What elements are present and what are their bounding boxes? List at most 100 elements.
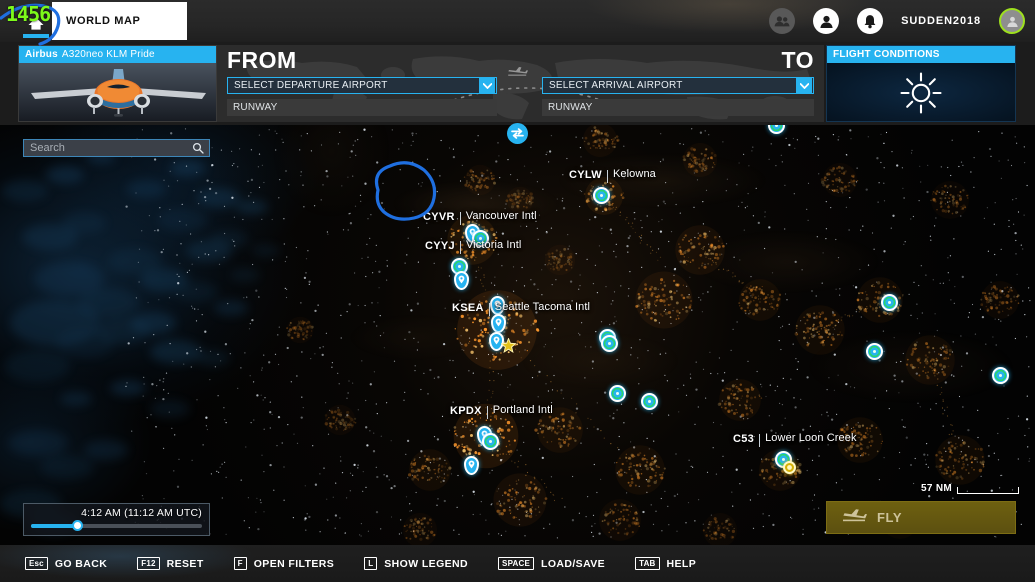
- airport-marker[interactable]: [481, 432, 499, 450]
- label-divider: [486, 406, 488, 419]
- tab-world-map-label: WORLD MAP: [66, 15, 141, 27]
- time-of-day-panel[interactable]: 4:12 AM (11:12 AM UTC): [23, 503, 210, 536]
- airport-marker[interactable]: [490, 313, 506, 333]
- label-divider: [759, 434, 761, 447]
- bottom-keybind-bar: Esc GO BACK F12 RESET F OPEN FILTERS L SHOW LEG…: [0, 545, 1035, 582]
- poi-gold-star[interactable]: [500, 337, 516, 353]
- chevron-down-icon[interactable]: [479, 78, 495, 93]
- departure-runway-field[interactable]: RUNWAY: [227, 99, 497, 116]
- tab-world-map[interactable]: WORLD MAP: [52, 2, 187, 40]
- label-divider: [459, 212, 461, 225]
- username-label: SUDDEN2018: [901, 15, 981, 27]
- to-label: TO: [781, 47, 814, 73]
- fly-button[interactable]: FLY: [826, 501, 1016, 534]
- keybind-hint[interactable]: Esc GO BACK: [25, 557, 107, 570]
- scale-distance: 57 NM: [921, 483, 952, 494]
- route-panel: FROM TO SELECT DEPARTURE AIRPORT RUNWAY …: [217, 45, 824, 122]
- keybind-action: LOAD/SAVE: [541, 557, 606, 570]
- sun-icon: [900, 71, 942, 114]
- airport-label[interactable]: CYVR Vancouver Intl: [423, 210, 537, 225]
- friends-icon[interactable]: [769, 8, 796, 34]
- label-divider: [459, 241, 461, 254]
- airport-label[interactable]: C53 Lower Loon Creek: [733, 432, 857, 447]
- airport-name: Seattle Tacoma Intl: [494, 301, 591, 313]
- scale-ruler: [957, 487, 1019, 494]
- airport-label[interactable]: KPDX Portland Intl: [450, 404, 553, 419]
- label-divider: [606, 170, 608, 183]
- keycap: Esc: [25, 557, 48, 570]
- flight-conditions-card[interactable]: FLIGHT CONDITIONS: [826, 45, 1016, 122]
- keybind-action: OPEN FILTERS: [253, 557, 335, 570]
- airport-name: Victoria Intl: [465, 239, 522, 251]
- keybind-hint[interactable]: L SHOW LEGEND: [364, 557, 468, 570]
- notifications-icon[interactable]: [857, 8, 884, 34]
- profile-icon[interactable]: [813, 8, 840, 34]
- topnav-right-cluster: SUDDEN2018: [769, 0, 1025, 42]
- airport-label[interactable]: KSEA Seattle Tacoma Intl: [452, 301, 591, 316]
- airport-marker[interactable]: [453, 270, 469, 290]
- keybind-action: GO BACK: [54, 557, 108, 570]
- world-map-screen: CYLW Kelowna CYVR Vancouver Intl CYYJ Victori…: [0, 0, 1035, 582]
- arrival-airport-select[interactable]: SELECT ARRIVAL AIRPORT: [542, 77, 814, 94]
- chevron-down-icon[interactable]: [796, 78, 812, 93]
- airport-icao: KSEA: [452, 302, 484, 314]
- airport-marker[interactable]: [865, 342, 883, 360]
- arrival-runway-field[interactable]: RUNWAY: [542, 99, 814, 116]
- airport-icao: KPDX: [450, 405, 482, 417]
- time-slider-fill: [31, 524, 78, 528]
- airport-marker[interactable]: [600, 334, 618, 352]
- swap-arrows-icon: [511, 128, 524, 139]
- keybind-hint[interactable]: TAB HELP: [635, 557, 696, 570]
- label-divider: [488, 303, 490, 316]
- airport-marker[interactable]: [880, 293, 898, 311]
- avatar[interactable]: [999, 8, 1025, 34]
- search-icon[interactable]: [192, 142, 209, 154]
- airport-icao: CYVR: [423, 211, 455, 223]
- search-input[interactable]: Search: [23, 139, 210, 157]
- airport-marker[interactable]: [463, 455, 479, 475]
- airport-icao: C53: [733, 433, 755, 445]
- fly-button-label: FLY: [877, 510, 903, 525]
- keybind-action: HELP: [666, 557, 697, 570]
- airport-marker[interactable]: [991, 366, 1009, 384]
- airport-icao: CYLW: [569, 169, 602, 181]
- airport-name: Vancouver Intl: [465, 210, 537, 222]
- flight-conditions-preview: [827, 63, 1015, 121]
- time-slider-handle[interactable]: [72, 520, 84, 531]
- airport-marker[interactable]: [592, 186, 610, 204]
- aircraft-model: A320neo KLM Pride: [61, 49, 155, 60]
- airport-marker[interactable]: [608, 384, 626, 402]
- arrival-airport-value: SELECT ARRIVAL AIRPORT: [549, 80, 683, 91]
- search-placeholder: Search: [30, 142, 65, 154]
- keycap: F: [233, 557, 247, 570]
- from-label: FROM: [227, 47, 297, 73]
- flight-conditions-title: FLIGHT CONDITIONS: [827, 46, 1015, 63]
- time-display: 4:12 AM (11:12 AM UTC): [81, 507, 202, 519]
- poi-gold-marker[interactable]: [782, 460, 796, 474]
- departure-airport-value: SELECT DEPARTURE AIRPORT: [234, 80, 388, 91]
- airport-marker[interactable]: [640, 392, 658, 410]
- top-navigation-bar: WORLD MAP SUDDEN2018: [0, 0, 1035, 42]
- aircraft-card-header: Airbus A320neo KLM Pride: [19, 46, 216, 63]
- airport-label[interactable]: CYLW Kelowna: [569, 168, 656, 183]
- swap-airports-button[interactable]: [507, 123, 528, 144]
- keycap: F12: [137, 557, 160, 570]
- airport-name: Lower Loon Creek: [765, 432, 857, 444]
- airport-name: Kelowna: [612, 168, 656, 180]
- fps-counter: 1456: [6, 2, 51, 26]
- takeoff-plane-icon: [842, 507, 868, 528]
- time-slider[interactable]: [31, 520, 202, 531]
- aircraft-thumbnail: [19, 63, 216, 121]
- airport-label[interactable]: CYYJ Victoria Intl: [425, 239, 522, 254]
- aircraft-card[interactable]: Airbus A320neo KLM Pride: [18, 45, 217, 122]
- departure-airport-select[interactable]: SELECT DEPARTURE AIRPORT: [227, 77, 497, 94]
- keybind-hint[interactable]: F OPEN FILTERS: [233, 557, 335, 570]
- keycap: SPACE: [498, 557, 534, 570]
- keybind-hint[interactable]: SPACE LOAD/SAVE: [498, 557, 605, 570]
- airport-icao: CYYJ: [425, 240, 455, 252]
- keybind-action: RESET: [166, 557, 204, 570]
- flight-setup-bar: Airbus A320neo KLM Pride FROM TO SELECT …: [0, 42, 1035, 144]
- keycap: TAB: [635, 557, 660, 570]
- keybind-hint[interactable]: F12 RESET: [137, 557, 203, 570]
- aircraft-maker: Airbus: [25, 49, 58, 60]
